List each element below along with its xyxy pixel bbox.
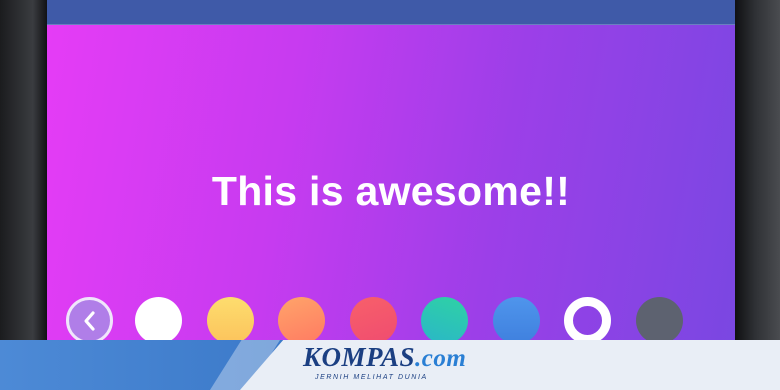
kompas-banner: KOMPAS.com JERNIH MELIHAT DUNIA bbox=[0, 340, 780, 390]
logo-brand-suffix: .com bbox=[415, 345, 467, 372]
top-bar bbox=[47, 0, 735, 25]
swatch-orange[interactable] bbox=[278, 297, 325, 344]
device-frame-left bbox=[0, 0, 47, 390]
status-text[interactable]: This is awesome!! bbox=[47, 168, 735, 215]
swatch-yellow[interactable] bbox=[207, 297, 254, 344]
back-button[interactable] bbox=[66, 297, 113, 344]
status-composer-screen: This is awesome!! bbox=[47, 0, 735, 345]
swatch-gray[interactable] bbox=[636, 297, 683, 344]
swatch-red[interactable] bbox=[350, 297, 397, 344]
device-frame-right bbox=[735, 0, 780, 390]
swatch-selected[interactable] bbox=[564, 297, 611, 344]
logo-tagline: JERNIH MELIHAT DUNIA bbox=[315, 374, 428, 381]
swatch-blue[interactable] bbox=[493, 297, 540, 344]
swatch-white[interactable] bbox=[135, 297, 182, 344]
logo-wordmark: KOMPAS.com bbox=[303, 342, 466, 373]
logo-brand-main: KOMPAS bbox=[303, 342, 416, 372]
swatch-teal[interactable] bbox=[421, 297, 468, 344]
chevron-left-icon bbox=[83, 310, 95, 331]
